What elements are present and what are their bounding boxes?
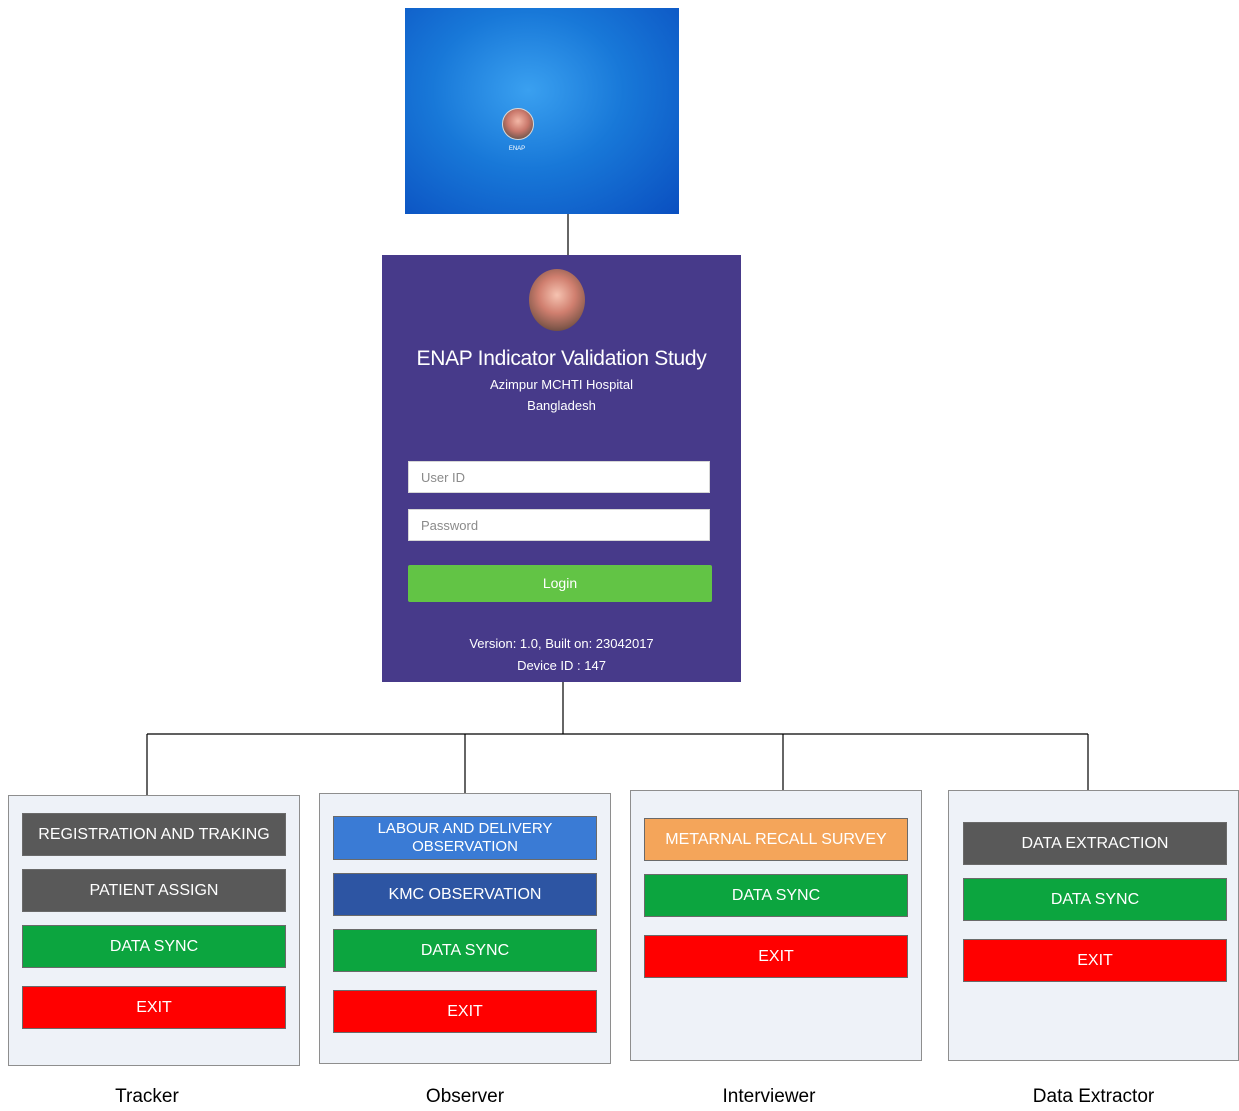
app-logo (529, 269, 585, 331)
version-text: Version: 1.0, Built on: 23042017 (469, 636, 654, 651)
data-sync-button[interactable]: DATA SYNC (333, 929, 597, 972)
login-screen: ENAP Indicator Validation Study Azimpur … (382, 255, 741, 682)
user-id-field[interactable]: User ID (408, 461, 710, 493)
data-sync-button[interactable]: DATA SYNC (963, 878, 1227, 921)
tracker-panel: REGISTRATION AND TRAKING PATIENT ASSIGN … (8, 795, 300, 1066)
observer-label: Observer (425, 1086, 505, 1107)
exit-button[interactable]: EXIT (22, 986, 286, 1029)
observer-panel: LABOUR AND DELIVERY OBSERVATION KMC OBSE… (319, 793, 611, 1064)
data-sync-button[interactable]: DATA SYNC (22, 925, 286, 968)
registration-tracking-button[interactable]: REGISTRATION AND TRAKING (22, 813, 286, 856)
study-title: ENAP Indicator Validation Study (416, 347, 707, 370)
extractor-label: Data Extractor (1032, 1086, 1155, 1107)
device-id-text: Device ID : 147 (517, 658, 606, 673)
tracker-label: Tracker (115, 1086, 179, 1107)
interviewer-label: Interviewer (722, 1086, 816, 1107)
maternal-recall-survey-button[interactable]: METARNAL RECALL SURVEY (644, 818, 908, 861)
labour-delivery-observation-button[interactable]: LABOUR AND DELIVERY OBSERVATION (333, 816, 597, 860)
password-field[interactable]: Password (408, 509, 710, 541)
country-name: Bangladesh (527, 398, 596, 413)
login-button[interactable]: Login (408, 565, 712, 602)
exit-button[interactable]: EXIT (333, 990, 597, 1033)
hospital-name: Azimpur MCHTI Hospital (489, 377, 634, 392)
exit-button[interactable]: EXIT (644, 935, 908, 978)
kmc-observation-button[interactable]: KMC OBSERVATION (333, 873, 597, 916)
interviewer-panel: METARNAL RECALL SURVEY DATA SYNC EXIT (630, 790, 922, 1061)
data-extraction-button[interactable]: DATA EXTRACTION (963, 822, 1227, 865)
exit-button[interactable]: EXIT (963, 939, 1227, 982)
extractor-panel: DATA EXTRACTION DATA SYNC EXIT (948, 790, 1239, 1061)
data-sync-button[interactable]: DATA SYNC (644, 874, 908, 917)
patient-assign-button[interactable]: PATIENT ASSIGN (22, 869, 286, 912)
